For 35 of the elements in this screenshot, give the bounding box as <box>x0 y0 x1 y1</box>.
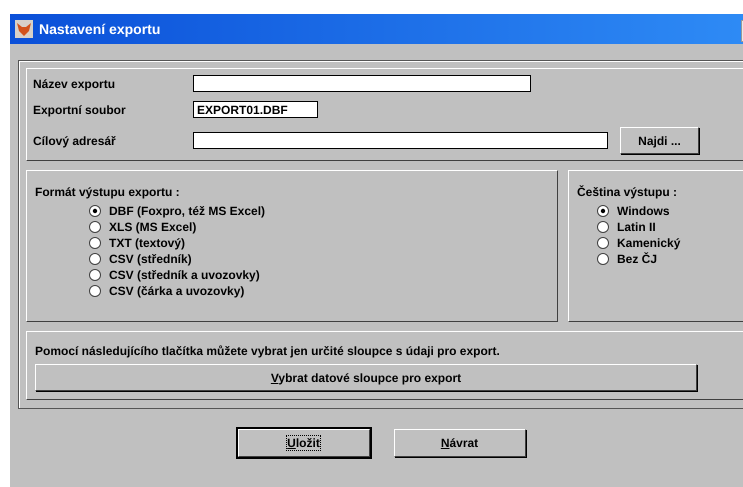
input-field[interactable]: EXPORT01.DBF <box>193 101 318 118</box>
find-button[interactable]: Najdi ... <box>620 127 699 154</box>
window-title: Nastavení exportu <box>39 21 160 37</box>
radio-button[interactable] <box>597 253 609 265</box>
option-label: CSV (středník a uvozovky) <box>109 268 260 282</box>
radio-button[interactable] <box>89 237 101 249</box>
save-button[interactable]: Uložit <box>238 429 370 457</box>
option-label: Bez ČJ <box>617 252 658 266</box>
radio-button[interactable] <box>597 205 609 217</box>
radio-button[interactable] <box>597 237 609 249</box>
field-label: Název exportu <box>33 76 116 90</box>
option-label: Latin II <box>617 220 656 234</box>
input-field[interactable] <box>193 132 608 149</box>
select-columns-button[interactable]: Vybrat datové sloupce pro export <box>35 364 697 391</box>
field-label: Exportní soubor <box>33 102 127 116</box>
input-field[interactable] <box>193 75 531 92</box>
option-label: Windows <box>617 204 670 218</box>
group-title: Formát výstupu exportu : <box>35 185 180 199</box>
radio-button[interactable] <box>89 285 101 297</box>
option-label: DBF (Foxpro, též MS Excel) <box>109 204 266 218</box>
hint-text: Pomocí následujícího tlačítka můžete vybrat jen určité sloupce s údaji pro export. <box>35 344 501 358</box>
fox-icon <box>15 20 33 38</box>
radio-button[interactable] <box>89 269 101 281</box>
option-label: Kamenický <box>617 236 680 250</box>
option-label: CSV (čárka a uvozovky) <box>109 284 244 298</box>
radio-button[interactable] <box>89 205 101 217</box>
back-button[interactable]: Návrat <box>394 429 526 457</box>
radio-button[interactable] <box>597 221 609 233</box>
field-label: Cílový adresář <box>33 134 117 148</box>
group-title: Čeština výstupu : <box>577 185 678 199</box>
option-label: TXT (textový) <box>109 236 186 250</box>
radio-button[interactable] <box>89 253 101 265</box>
radio-button[interactable] <box>89 221 101 233</box>
option-label: XLS (MS Excel) <box>109 220 196 234</box>
option-label: CSV (středník) <box>109 252 192 266</box>
